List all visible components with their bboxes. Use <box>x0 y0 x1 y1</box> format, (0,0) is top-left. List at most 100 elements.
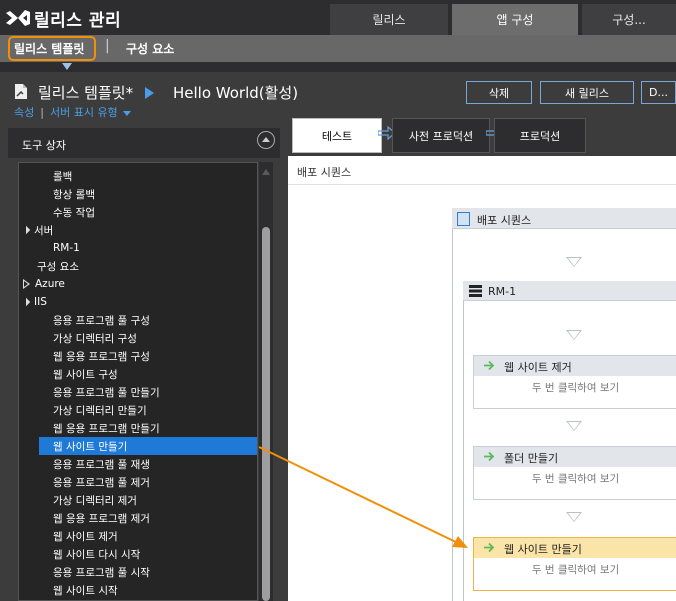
toolbox-item-label: 웹 사이트 시작 <box>53 584 118 597</box>
drop-target-icon <box>566 257 582 267</box>
toolbox-item-label: 가상 디렉터리 구성 <box>53 332 137 345</box>
activity-arrow-icon <box>484 451 495 462</box>
activity-title: 웹 사이트 만들기 <box>504 543 582 556</box>
stage-production[interactable]: 프로덕션 <box>494 118 586 153</box>
toolbox-item-label: 구성 요소 <box>37 260 79 273</box>
drop-target-icon <box>566 330 582 340</box>
stage-test[interactable]: 테스트 <box>292 118 382 153</box>
toolbox-item-label: 웹 응용 프로그램 제거 <box>53 512 150 525</box>
toolbox-item[interactable]: RM-1 <box>19 239 257 257</box>
toolbox-item[interactable]: 웹 응용 프로그램 구성 <box>19 347 257 365</box>
toolbox-item-label: 응용 프로그램 풀 만들기 <box>53 386 160 399</box>
activity-arrow-icon <box>484 542 495 553</box>
expanded-triangle-icon[interactable] <box>21 225 31 235</box>
toolbox-item-label: 응용 프로그램 풀 재생 <box>53 458 150 471</box>
toolbox-item[interactable]: 웹 사이트 시작 <box>19 581 257 599</box>
vs-logo-icon <box>6 10 30 26</box>
toolbox-item-label: 웹 응용 프로그램 만들기 <box>53 422 160 435</box>
nav-strip <box>0 62 676 72</box>
toolbox-item-label: 가상 디렉터리 만들기 <box>53 404 147 417</box>
tab-releases[interactable]: 릴리스 <box>330 4 448 35</box>
toolbox-item-label: 항상 롤백 <box>53 188 95 201</box>
toolbox-item[interactable]: Azure <box>19 275 257 293</box>
toolbox-item[interactable]: 구성 요소 <box>19 257 257 275</box>
scroll-up-arrow-icon[interactable] <box>262 169 270 175</box>
subnav-components[interactable]: 구성 요소 <box>126 40 174 57</box>
toolbox-item[interactable]: 웹 응용 프로그램 만들기 <box>19 419 257 437</box>
toolbox-title: 도구 상자 <box>22 139 66 152</box>
toolbox-item-label: RM-1 <box>53 242 80 254</box>
new-release-button[interactable]: 새 릴리스 <box>540 81 634 104</box>
drop-target-icon <box>566 512 582 522</box>
toolbox-item[interactable]: 가상 디렉터리 구성 <box>19 329 257 347</box>
toolbox-item[interactable]: 웹 사이트 다시 시작 <box>19 545 257 563</box>
toolbox-item[interactable]: 가상 디렉터리 제거 <box>19 491 257 509</box>
delete-button[interactable]: 삭제 <box>466 81 532 104</box>
sequence-label: 배포 시퀀스 <box>477 214 532 227</box>
chevron-down-icon[interactable] <box>122 110 131 116</box>
toolbox-item-label: 응용 프로그램 풀 시작 <box>53 566 150 579</box>
server-label: RM-1 <box>488 285 517 298</box>
toolbox-item[interactable]: 응용 프로그램 풀 구성 <box>19 311 257 329</box>
toolbox-item-label: IIS <box>34 296 47 308</box>
toolbox-item[interactable]: 응용 프로그램 풀 만들기 <box>19 383 257 401</box>
toolbox-item-label: 수동 작업 <box>53 206 95 219</box>
activity-create-folder[interactable]: 폴더 만들기 두 번 클릭하여 보기 <box>473 446 676 500</box>
canvas-title: 배포 시퀀스 <box>297 166 352 179</box>
toolbox-item-label: 웹 사이트 다시 시작 <box>53 548 141 561</box>
activity-remove-website[interactable]: 웹 사이트 제거 두 번 클릭하여 보기 <box>473 355 676 409</box>
toolbox-item[interactable]: 웹 사이트 구성 <box>19 365 257 383</box>
toolbox-item[interactable]: 서버 <box>19 221 257 239</box>
highlight-callout <box>8 36 96 61</box>
toolbox-item[interactable]: 웹 응용 프로그램 제거 <box>19 509 257 527</box>
activity-create-website[interactable]: 웹 사이트 만들기 두 번 클릭하여 보기 <box>473 537 676 591</box>
template-name: 릴리스 템플릿* <box>38 84 134 102</box>
toolbox-item[interactable]: 롤백 <box>19 167 257 185</box>
document-icon <box>15 84 27 99</box>
collapsed-triangle-icon[interactable] <box>23 279 30 289</box>
active-caret-icon <box>62 63 72 70</box>
scroll-thumb[interactable] <box>262 227 270 601</box>
toolbox-item-label: 응용 프로그램 풀 제거 <box>53 476 150 489</box>
expanded-triangle-icon[interactable] <box>21 297 31 307</box>
subnav-separator: | <box>105 38 110 54</box>
release-path-name[interactable]: Hello World(활성) <box>173 82 298 103</box>
activity-title: 폴더 만들기 <box>504 452 559 465</box>
canvas-divider <box>288 184 676 185</box>
toolbox-item[interactable]: 웹 사이트 제거 <box>19 527 257 545</box>
play-arrow-icon <box>145 87 154 99</box>
toolbox-item[interactable]: 수동 작업 <box>19 203 257 221</box>
tab-configure-apps[interactable]: 앱 구성 <box>452 4 578 35</box>
toolbox-item[interactable]: IIS <box>19 293 257 311</box>
toolbox-item[interactable]: 웹 사이트 만들기 <box>39 437 257 455</box>
link-separator: | <box>40 106 44 119</box>
activity-hint: 두 번 클릭하여 보기 <box>531 473 620 485</box>
app-title: 릴리스 관리 <box>34 11 122 31</box>
tab-configure-more[interactable]: 구성... <box>582 4 676 35</box>
toolbox-item[interactable]: 응용 프로그램 풀 재생 <box>19 455 257 473</box>
server-icon <box>469 285 482 297</box>
properties-link[interactable]: 속성 <box>14 106 34 119</box>
activity-hint: 두 번 클릭하여 보기 <box>531 564 620 576</box>
more-button[interactable]: D... <box>641 81 676 104</box>
activity-hint: 두 번 클릭하여 보기 <box>531 382 620 394</box>
toolbox-tree: 롤백항상 롤백수동 작업서버 RM-1 구성 요소 Azure IIS 응용 프로그램 풀… <box>18 162 258 601</box>
toolbox-item-label: 서버 <box>34 224 54 237</box>
toolbox-item[interactable]: 응용 프로그램 풀 시작 <box>19 563 257 581</box>
toolbox-item-label: 웹 사이트 구성 <box>53 368 118 381</box>
activity-title: 웹 사이트 제거 <box>504 361 572 374</box>
toolbox-item-label: 롤백 <box>53 170 73 183</box>
sequence-icon <box>457 212 470 226</box>
drop-target-icon <box>566 421 582 431</box>
sub-navigation <box>0 35 676 62</box>
toolbox-item-label: 웹 사이트 제거 <box>53 530 118 543</box>
server-view-type-link[interactable]: 서버 표시 유형 <box>50 106 118 119</box>
toolbox-item[interactable]: 가상 디렉터리 만들기 <box>19 401 257 419</box>
toolbox-item-label: 응용 프로그램 풀 구성 <box>53 314 150 327</box>
toolbox-item[interactable]: 항상 롤백 <box>19 185 257 203</box>
stage-pre-production[interactable]: 사전 프로덕션 <box>392 118 490 153</box>
activity-arrow-icon <box>484 360 495 371</box>
toolbox-item[interactable]: 응용 프로그램 풀 제거 <box>19 473 257 491</box>
collapse-up-icon[interactable] <box>257 131 275 149</box>
toolbox-item-label: 웹 응용 프로그램 구성 <box>53 350 150 363</box>
